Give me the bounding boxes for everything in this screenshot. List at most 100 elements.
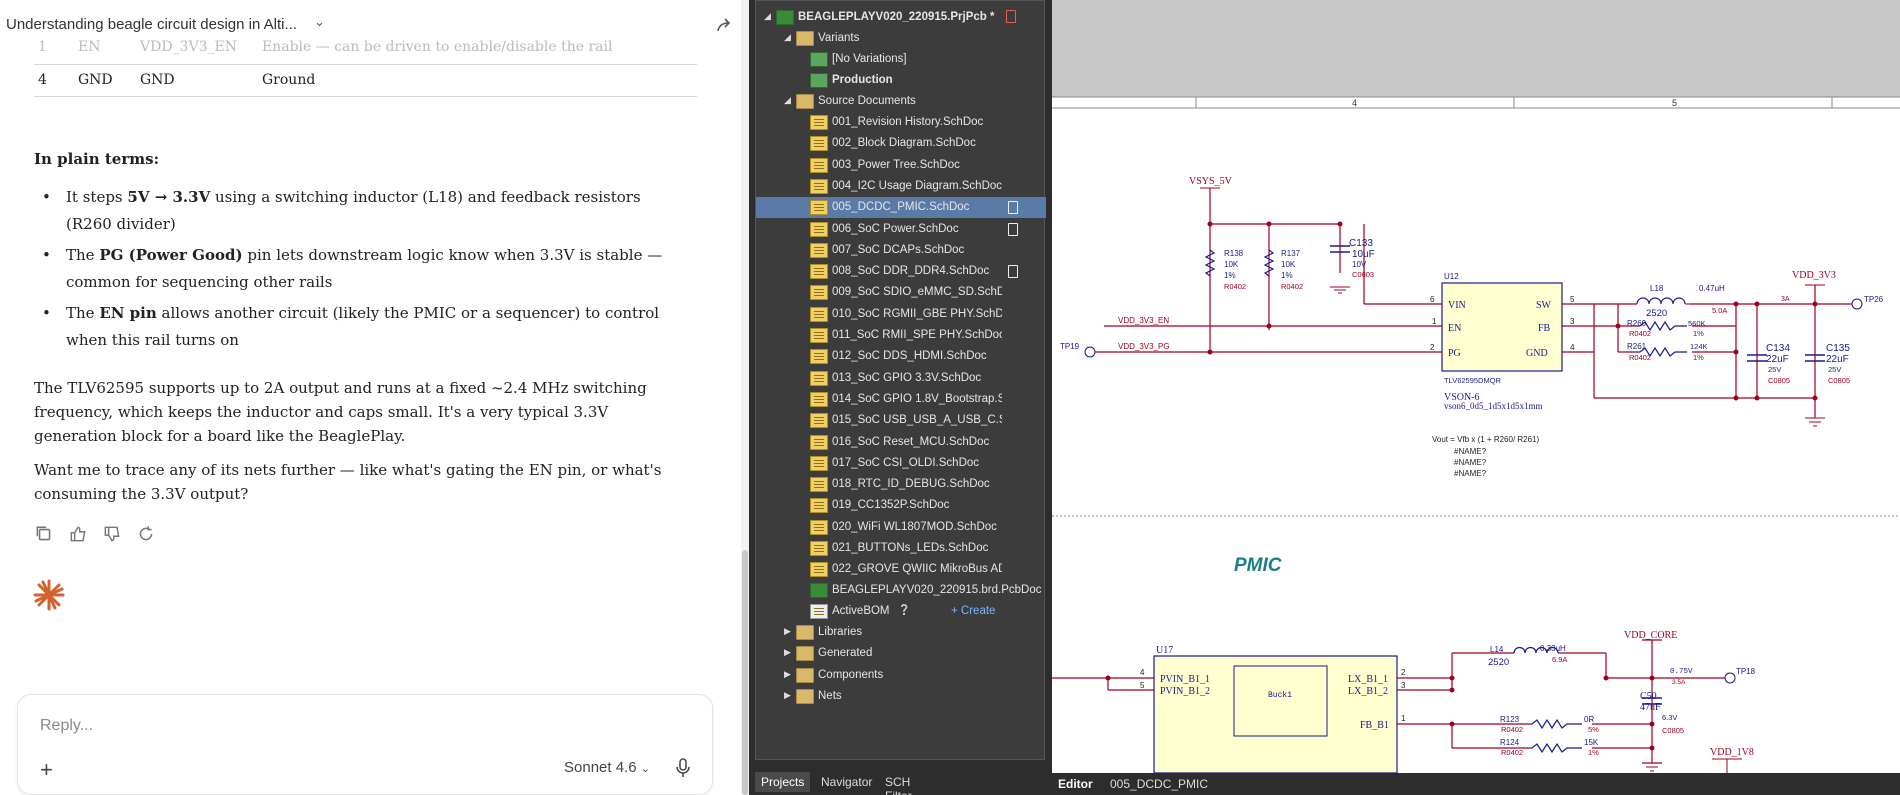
refdes: R124 (1500, 738, 1520, 747)
tree-doc-item[interactable]: 009_SoC SDIO_eMMC_SD.SchDoc (756, 282, 1046, 303)
pin-number: 2 (1430, 343, 1435, 352)
tree-activebom[interactable]: ActiveBOM ❔ + Create (756, 601, 1046, 622)
expand-arrow-icon[interactable]: ▶ (784, 669, 791, 680)
tree-folder-libraries[interactable]: ▶ Libraries (756, 622, 1046, 643)
model-selector[interactable]: Sonnet 4.6 ⌄ (564, 759, 650, 776)
project-root[interactable]: ◢ BEAGLEPLAYV020_220915.PrjPcb * (756, 7, 1046, 28)
reply-input[interactable] (40, 717, 540, 735)
tree-variant[interactable]: Production (756, 70, 1046, 91)
tree-doc-item[interactable]: 013_SoC GPIO 3.3V.SchDoc (756, 368, 1046, 389)
expand-arrow-icon[interactable]: ▶ (784, 690, 791, 701)
schematic-editor[interactable]: 4 5 VSYS_5V VDD_3V3 VDD_3V3_EN VDD_3V3_P… (1052, 0, 1900, 773)
tree-folder-source[interactable]: ◢ Source Documents (756, 91, 1046, 112)
tree-doc-item[interactable]: 015_SoC USB_USB_A_USB_C.Schl (756, 410, 1046, 431)
tree-doc-item[interactable]: 012_SoC DDS_HDMI.SchDoc (756, 346, 1046, 367)
current-label: 3A (1781, 296, 1790, 303)
refdes: C135 (1826, 343, 1850, 354)
tab-navigator[interactable]: Navigator (815, 772, 878, 792)
copy-icon[interactable] (34, 524, 54, 544)
buck1-block[interactable] (1233, 665, 1328, 737)
net-label[interactable]: VSYS_5V (1189, 176, 1233, 187)
thumbs-up-icon[interactable] (68, 524, 88, 544)
tree-folder-variants[interactable]: ◢ Variants (756, 28, 1046, 49)
tab-document[interactable]: 005_DCDC_PMIC (1110, 777, 1208, 791)
net-label[interactable]: VDD_3V3 (1792, 270, 1836, 281)
tree-doc-item[interactable]: 005_DCDC_PMIC.SchDoc (756, 197, 1046, 219)
tab-editor[interactable]: Editor (1058, 777, 1093, 791)
folder-icon (796, 646, 814, 662)
tree-doc-item[interactable]: 020_WiFi WL1807MOD.SchDoc (756, 517, 1046, 538)
collapse-arrow-icon[interactable]: ◢ (784, 32, 791, 43)
collapse-arrow-icon[interactable]: ◢ (784, 95, 791, 106)
schematic-canvas[interactable]: 4 5 VSYS_5V VDD_3V3 VDD_3V3_EN VDD_3V3_P… (1052, 0, 1900, 773)
tree-label: 015_SoC USB_USB_A_USB_C.Schl (832, 414, 1002, 427)
schematic-doc-icon (810, 541, 828, 556)
thumbs-down-icon[interactable] (102, 524, 122, 544)
microphone-icon[interactable] (674, 757, 692, 779)
tree-doc-item[interactable]: 001_Revision History.SchDoc (756, 112, 1046, 133)
collapse-arrow-icon[interactable]: ◢ (764, 11, 771, 22)
value: 25V (1828, 365, 1841, 374)
tree-doc-item[interactable]: 011_SoC RMII_SPE PHY.SchDoc (756, 325, 1046, 346)
refdes: U17 (1156, 645, 1173, 656)
share-icon[interactable] (714, 16, 734, 36)
schematic-doc-icon (810, 519, 828, 535)
model-label: Sonnet 4.6 (564, 759, 637, 776)
open-file-icon (1008, 265, 1018, 279)
net-label[interactable]: VDD_3V3_PG (1118, 342, 1170, 351)
expand-arrow-icon[interactable]: ▶ (784, 647, 791, 658)
conversation-title[interactable]: Understanding beagle circuit design in A… (6, 16, 297, 33)
tree-label: 004_I2C Usage Diagram.SchDoc (832, 179, 1002, 192)
tree-doc-item[interactable]: 010_SoC RGMII_GBE PHY.SchDoc (756, 304, 1046, 325)
net-label[interactable]: VDD_1V8 (1710, 747, 1754, 758)
tree-doc-item[interactable]: 019_CC1352P.SchDoc (756, 495, 1046, 516)
tree-doc-item[interactable]: 018_RTC_ID_DEBUG.SchDoc (756, 474, 1046, 495)
tree-doc-item[interactable]: 016_SoC Reset_MCU.SchDoc (756, 432, 1046, 453)
folder-icon (796, 667, 814, 683)
tree-doc-item[interactable]: 002_Block Diagram.SchDoc (756, 133, 1046, 154)
chat-scrollbar[interactable] (741, 0, 749, 795)
tab-projects[interactable]: Projects (755, 772, 811, 792)
value: 10V (1352, 260, 1367, 269)
tree-folder-nets[interactable]: ▶ Nets (756, 686, 1046, 707)
create-bom-link[interactable]: + Create (951, 605, 995, 617)
net-label[interactable]: VDD_3V3_EN (1118, 316, 1169, 325)
tree-folder-components[interactable]: ▶ Components (756, 665, 1046, 686)
refdes: U12 (1444, 272, 1459, 281)
value: 0.33uH (1540, 644, 1566, 653)
tree-label: [No Variations] (832, 53, 907, 65)
tree-doc-item[interactable]: 006_SoC Power.SchDoc (756, 219, 1046, 240)
table-cell: GND (140, 72, 175, 88)
retry-icon[interactable] (136, 524, 156, 544)
table-cell: Ground (262, 72, 316, 88)
test-point-icon[interactable] (1851, 298, 1863, 310)
scrollbar-thumb[interactable] (742, 550, 748, 795)
tree-doc-item[interactable]: 003_Power Tree.SchDoc (756, 155, 1046, 176)
add-attachment-button[interactable]: + (40, 757, 53, 783)
tree-doc-item[interactable]: 014_SoC GPIO 1.8V_Bootstrap.Sc (756, 389, 1046, 410)
tree-label: 005_DCDC_PMIC.SchDoc (832, 201, 970, 214)
help-icon[interactable]: ❔ (898, 605, 910, 616)
paragraph: Want me to trace any of its nets further… (34, 461, 662, 503)
tree-variant[interactable]: [No Variations] (756, 49, 1046, 70)
expand-arrow-icon[interactable]: ▶ (784, 626, 791, 637)
tree-doc-item[interactable]: 007_SoC DCAPs.SchDoc (756, 240, 1046, 261)
tree-doc-item[interactable]: 008_SoC DDR_DDR4.SchDoc (756, 261, 1046, 282)
tree-doc-item[interactable]: 022_GROVE QWIIC MikroBus ADC (756, 559, 1046, 580)
test-point-icon[interactable] (1084, 346, 1096, 358)
tree-folder-generated[interactable]: ▶ Generated (756, 643, 1046, 664)
tree-doc-item[interactable]: 021_BUTTONs_LEDs.SchDoc (756, 538, 1046, 559)
net-label[interactable]: VDD_CORE (1624, 630, 1677, 641)
schematic-doc-icon (810, 242, 828, 258)
test-point-icon[interactable] (1724, 672, 1736, 684)
tab-sch-filter[interactable]: SCH Filter (879, 772, 918, 795)
pin-name: GND (1526, 348, 1548, 359)
value: 2520 (1646, 308, 1667, 319)
tree-doc-item[interactable]: 004_I2C Usage Diagram.SchDoc (756, 176, 1046, 197)
chevron-down-icon[interactable]: ⌄ (314, 14, 325, 30)
current-label: 5.0A (1712, 306, 1727, 315)
tree-pcb-doc[interactable]: BEAGLEPLAYV020_220915.brd.PcbDoc (756, 580, 1046, 601)
tree-doc-item[interactable]: 017_SoC CSI_OLDI.SchDoc (756, 453, 1046, 474)
footprint: C0805 (1768, 376, 1790, 385)
pin-name: PG (1448, 348, 1461, 359)
